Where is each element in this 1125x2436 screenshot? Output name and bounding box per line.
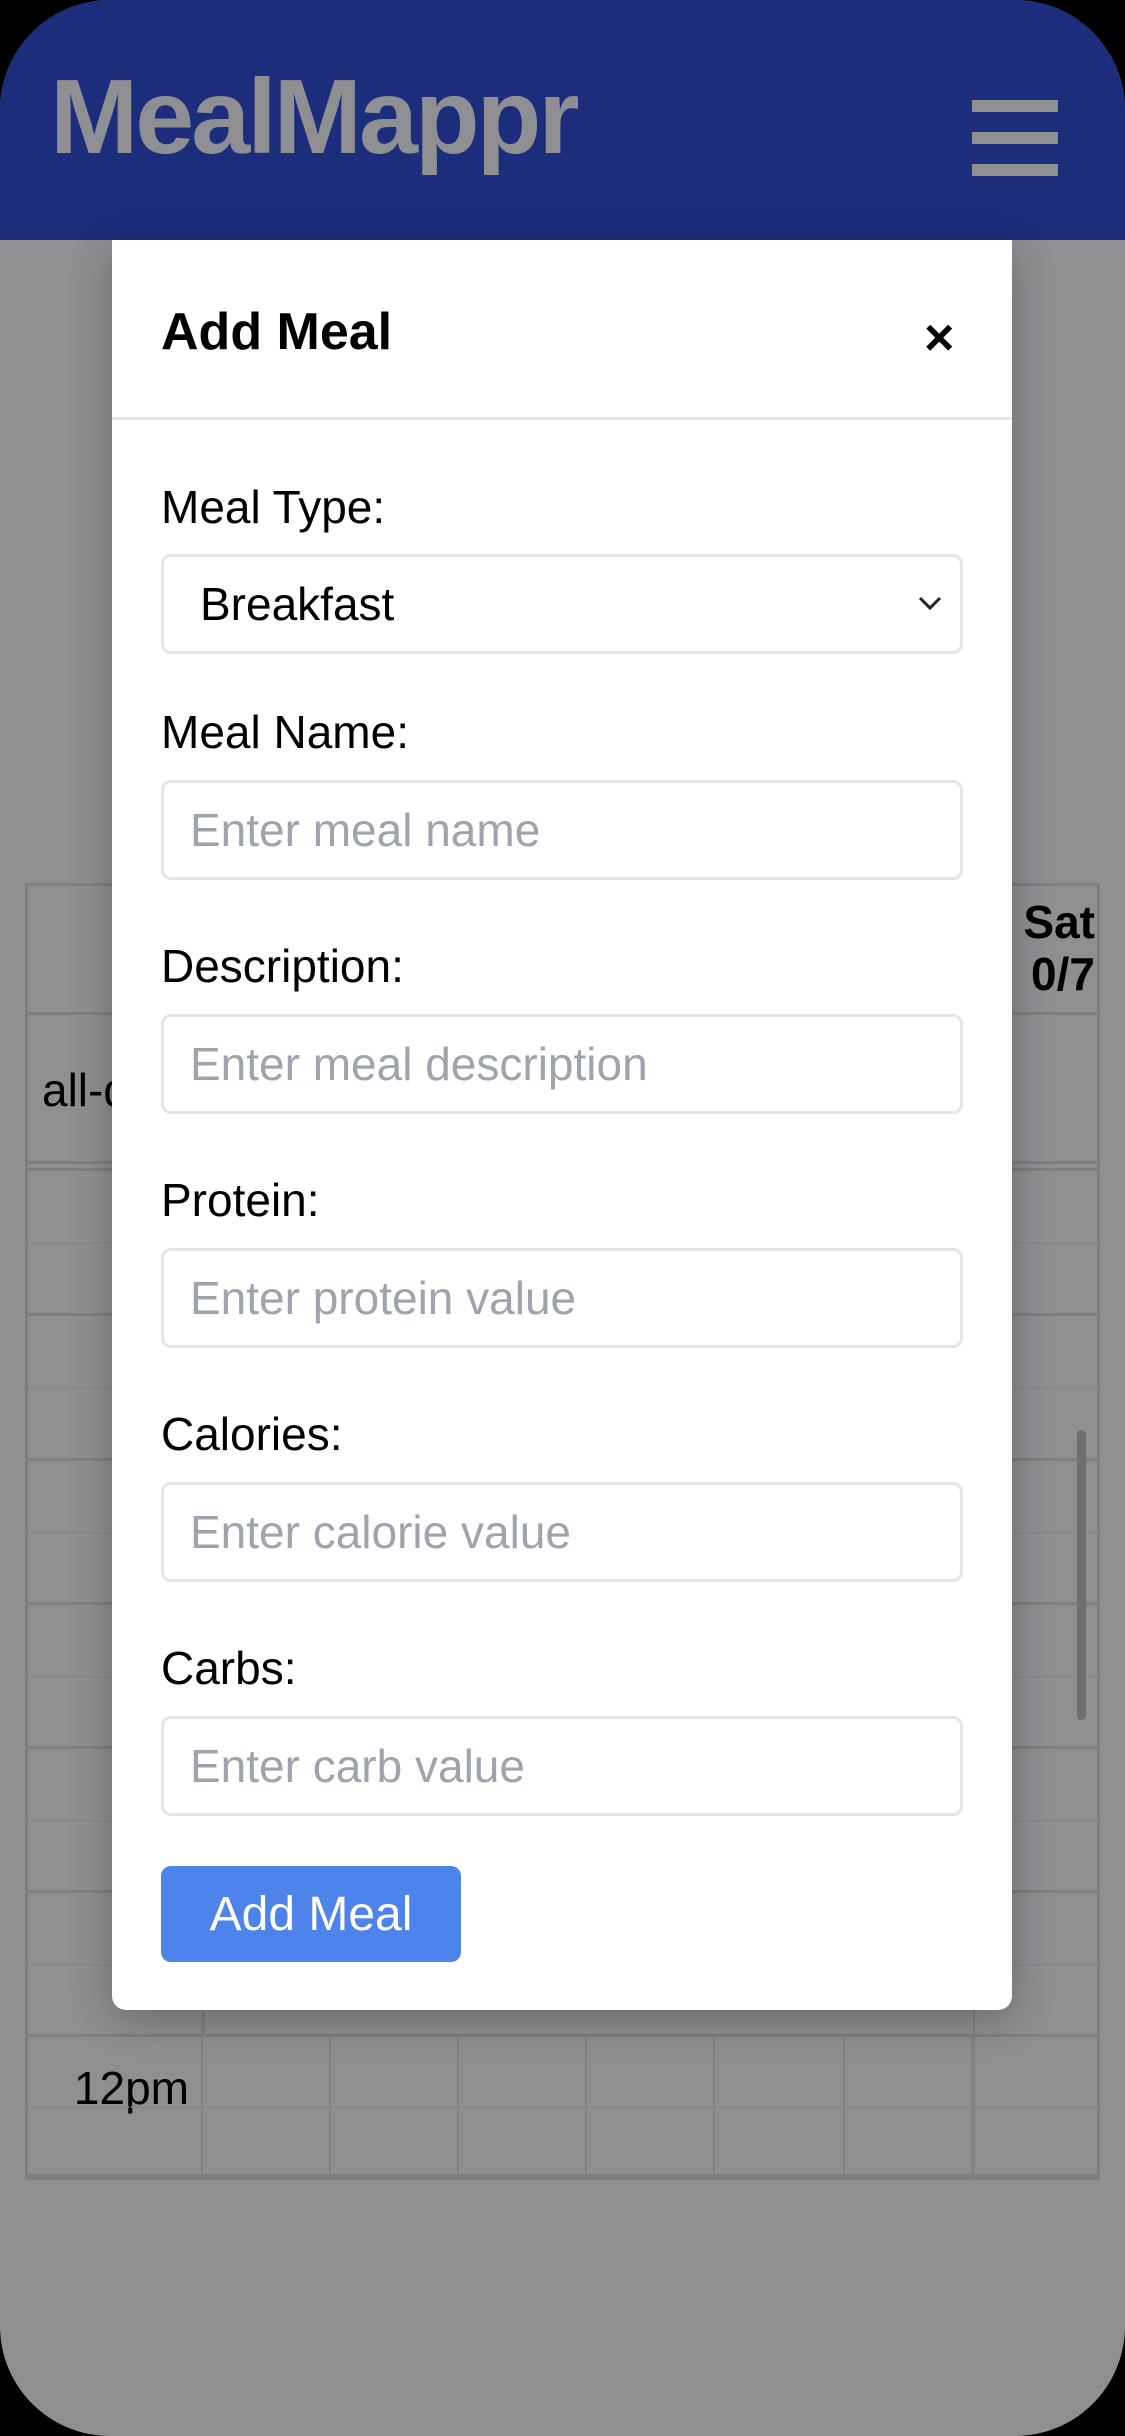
meal-name-label: Meal Name: <box>161 706 409 758</box>
meal-type-select[interactable]: Breakfast <box>161 554 963 654</box>
app-header: MealMappr <box>0 0 1125 240</box>
calories-input[interactable] <box>164 1485 960 1579</box>
half-hour-line <box>28 2105 1097 2108</box>
protein-input[interactable] <box>164 1251 960 1345</box>
calories-field <box>161 1482 963 1582</box>
phone-screen: Sat 0/7 all-d 6 7 8 9 10 <box>0 0 1125 2436</box>
protein-field <box>161 1248 963 1348</box>
add-meal-button[interactable]: Add Meal <box>161 1866 461 1962</box>
meal-name-field <box>161 780 963 880</box>
carbs-label: Carbs: <box>161 1642 297 1694</box>
hour-row: 12pm <box>28 2037 1097 2177</box>
hamburger-menu-icon[interactable] <box>972 100 1058 176</box>
description-label: Description: <box>161 940 404 992</box>
chevron-down-icon <box>918 596 942 611</box>
carbs-field <box>161 1716 963 1816</box>
meal-type-label: Meal Type: <box>161 481 386 533</box>
meal-name-input[interactable] <box>164 783 960 877</box>
calories-label: Calories: <box>161 1408 343 1460</box>
description-input[interactable] <box>164 1017 960 1111</box>
meal-type-value: Breakfast <box>200 578 395 630</box>
modal-header: Add Meal × <box>112 240 1012 420</box>
calendar-scrollbar[interactable] <box>1077 1430 1086 1720</box>
protein-label: Protein: <box>161 1174 320 1226</box>
modal-title: Add Meal <box>161 303 393 361</box>
app-title: MealMappr <box>50 58 580 176</box>
description-field <box>161 1014 963 1114</box>
add-meal-modal: Add Meal × Meal Type: Breakfast Meal Nam… <box>112 240 1012 2010</box>
carbs-input[interactable] <box>164 1719 960 1813</box>
close-icon[interactable]: × <box>924 312 954 364</box>
